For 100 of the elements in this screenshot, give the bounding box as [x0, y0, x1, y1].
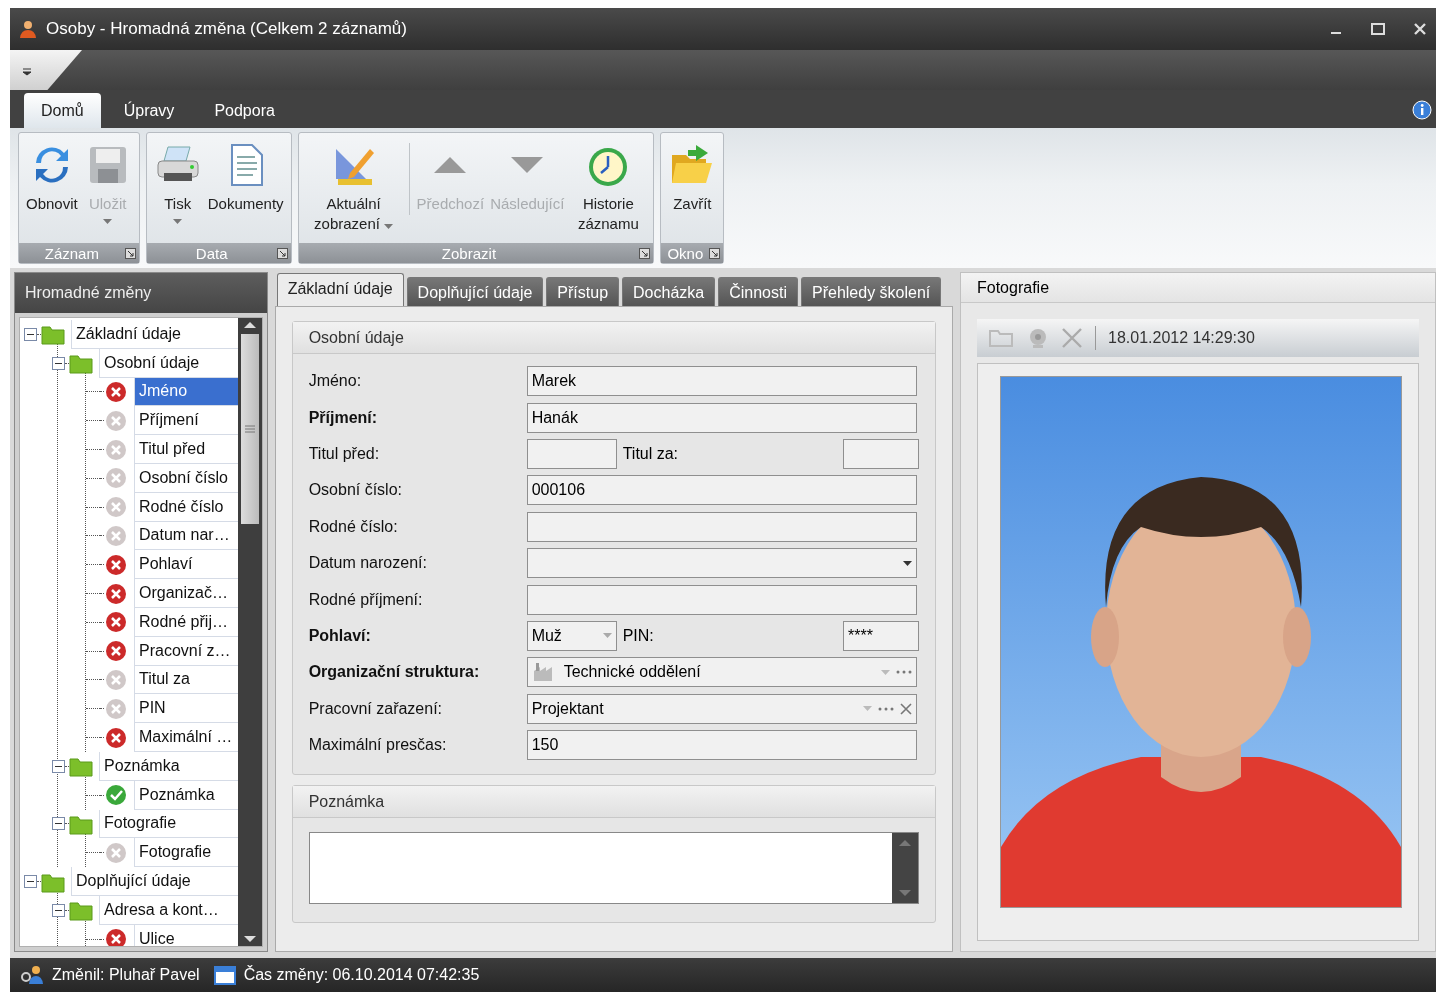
- tree-item[interactable]: Rodné přij…: [134, 607, 238, 637]
- tree-item[interactable]: Fotografie: [134, 838, 238, 868]
- ribbon-button[interactable]: Zavřít: [665, 137, 720, 243]
- ribbon-button[interactable]: Dokumenty: [204, 137, 287, 243]
- tree-item[interactable]: Rodné číslo: [134, 492, 238, 522]
- tree-item[interactable]: Poznámka: [134, 780, 238, 810]
- form-tab[interactable]: Činnosti: [718, 277, 798, 306]
- info-icon[interactable]: [1412, 100, 1432, 120]
- text-field[interactable]: [526, 584, 917, 615]
- collapse-icon[interactable]: [52, 817, 65, 831]
- text-field[interactable]: [526, 438, 617, 469]
- caret-icon: [602, 633, 612, 639]
- collapse-icon[interactable]: [24, 327, 37, 341]
- field-label: PIN:: [621, 626, 655, 645]
- text-field[interactable]: [526, 511, 917, 542]
- text-field[interactable]: Hanák: [526, 402, 917, 433]
- text-field[interactable]: [843, 438, 919, 469]
- ribbon-tab[interactable]: Úpravy: [106, 93, 192, 128]
- text-field[interactable]: Marek: [526, 366, 917, 397]
- form-tab[interactable]: Docházka: [622, 277, 716, 306]
- tree-item[interactable]: Pracovní z…: [134, 636, 238, 666]
- ribbon-tab[interactable]: Domů: [24, 93, 101, 128]
- field-label: Rodné číslo:: [308, 517, 399, 536]
- collapse-icon[interactable]: [52, 759, 65, 773]
- ribbon-tab[interactable]: Podpora: [197, 93, 292, 128]
- inactive-x-icon: [104, 409, 128, 432]
- section-title: Poznámka: [292, 786, 935, 819]
- text-field[interactable]: ****: [843, 620, 919, 651]
- date-field[interactable]: [526, 548, 917, 579]
- tree-item[interactable]: Jméno: [134, 377, 238, 407]
- lookup-field[interactable]: Projektant: [526, 693, 917, 724]
- collapse-icon[interactable]: [52, 903, 65, 917]
- dialog-launcher-icon[interactable]: [639, 247, 651, 259]
- tree-item[interactable]: Osobní údaje: [99, 348, 238, 378]
- tree-item[interactable]: Doplňující údaje: [71, 867, 238, 896]
- photo-timestamp: 18.01.2012 14:29:30: [1108, 329, 1255, 347]
- menu-icon[interactable]: [22, 68, 32, 76]
- tree-item[interactable]: Pohlaví: [134, 550, 238, 580]
- tree-item[interactable]: Adresa a kont…: [99, 895, 238, 925]
- form-tab[interactable]: Základní údaje: [276, 273, 404, 306]
- tree-item[interactable]: PIN: [134, 694, 238, 724]
- tree-item[interactable]: Titul před: [134, 435, 238, 464]
- error-icon: [104, 582, 128, 605]
- maximize-icon[interactable]: [1370, 21, 1386, 37]
- tree-item[interactable]: Příjmení: [134, 406, 238, 436]
- form-tab[interactable]: Doplňující údaje: [406, 277, 544, 306]
- error-icon: [104, 553, 128, 576]
- collapse-icon[interactable]: [52, 356, 65, 370]
- tree-item[interactable]: Maximální …: [134, 723, 238, 752]
- panel-title: Fotografie: [961, 273, 1435, 303]
- form-tab[interactable]: Přístup: [546, 277, 620, 306]
- group-label: Data: [194, 244, 229, 262]
- ribbon-button[interactable]: Tisk: [150, 137, 205, 243]
- inactive-x-icon: [104, 841, 128, 864]
- tree-item[interactable]: Datum nar…: [134, 521, 238, 551]
- tree-item[interactable]: Základní údaje: [71, 320, 238, 349]
- dialog-launcher-icon[interactable]: [709, 247, 721, 259]
- ribbon-button[interactable]: Historie záznamu: [567, 137, 650, 243]
- check-icon: [104, 784, 128, 807]
- ribbon-button[interactable]: Obnovit: [23, 137, 81, 243]
- text-field[interactable]: 150: [526, 730, 917, 761]
- error-icon: [104, 640, 128, 663]
- field-label: Titul za:: [621, 444, 680, 463]
- ellipsis-icon[interactable]: [895, 670, 912, 675]
- field-label: Maximální presčas:: [308, 736, 448, 755]
- grip-icon: [244, 425, 255, 433]
- inactive-x-icon: [104, 697, 128, 720]
- scrollbar[interactable]: [237, 318, 262, 946]
- clear-icon[interactable]: [899, 702, 912, 715]
- tree-item[interactable]: Organizač…: [134, 579, 238, 608]
- folder-icon: [41, 323, 65, 346]
- person-icon: [18, 19, 38, 39]
- field-label: Jméno:: [308, 372, 363, 391]
- status-text: Čas změny: 06.10.2014 07:42:35: [243, 966, 480, 984]
- inactive-x-icon: [104, 467, 128, 490]
- panel-title: Hromadné změny: [15, 273, 267, 313]
- error-icon: [104, 726, 128, 749]
- inactive-x-icon: [104, 524, 128, 547]
- field-label: Pracovní zařazení:: [308, 699, 444, 718]
- lookup-field[interactable]: Technické oddělení: [526, 657, 917, 688]
- ribbon-button[interactable]: Aktuální zobrazení: [302, 137, 405, 243]
- group-label: Záznam: [43, 244, 100, 262]
- folder-icon: [69, 755, 93, 778]
- dialog-launcher-icon[interactable]: [276, 247, 288, 259]
- collapse-icon[interactable]: [24, 875, 37, 889]
- ellipsis-icon[interactable]: [877, 706, 894, 711]
- inactive-x-icon: [104, 438, 128, 461]
- form-tab[interactable]: Přehledy školení: [801, 277, 942, 306]
- inactive-x-icon: [104, 496, 128, 519]
- tree-item[interactable]: Poznámka: [99, 751, 238, 781]
- tree-item[interactable]: Titul za: [134, 665, 238, 695]
- dialog-launcher-icon[interactable]: [124, 247, 136, 259]
- tree-item[interactable]: Osobní číslo: [134, 464, 238, 493]
- error-icon: [104, 611, 128, 634]
- window-title: Osoby - Hromadná změna (Celkem 2 záznamů): [46, 19, 408, 39]
- tree-item[interactable]: Fotografie: [99, 809, 238, 839]
- calendar-icon: [213, 965, 236, 985]
- field-label: Osobní číslo:: [308, 481, 403, 500]
- dropdown-field[interactable]: Muž: [526, 620, 617, 651]
- text-field[interactable]: 000106: [526, 475, 917, 506]
